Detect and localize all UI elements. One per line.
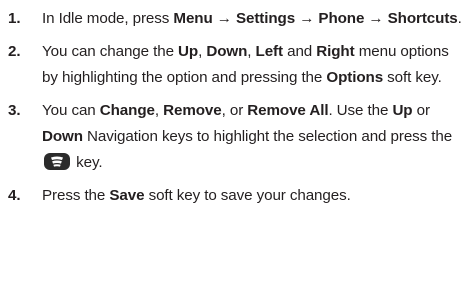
step-text: In Idle mode, press Menu → Settings → Ph… xyxy=(42,10,462,27)
step-number: 3. xyxy=(8,102,21,119)
ok-key-icon xyxy=(44,153,70,170)
step-2: 2. You can change the Up, Down, Left and… xyxy=(8,39,468,91)
step-text: Press the Save soft key to save your cha… xyxy=(42,187,351,204)
step-text: You can change the Up, Down, Left and Ri… xyxy=(42,43,449,86)
step-number: 1. xyxy=(8,10,21,27)
step-number: 4. xyxy=(8,187,21,204)
instruction-steps: 1. In Idle mode, press Menu → Settings →… xyxy=(8,6,468,209)
step-1: 1. In Idle mode, press Menu → Settings →… xyxy=(8,6,468,32)
step-text: You can Change, Remove, or Remove All. U… xyxy=(42,102,453,171)
step-number: 2. xyxy=(8,43,21,60)
step-3: 3. You can Change, Remove, or Remove All… xyxy=(8,98,468,176)
step-4: 4. Press the Save soft key to save your … xyxy=(8,183,468,209)
